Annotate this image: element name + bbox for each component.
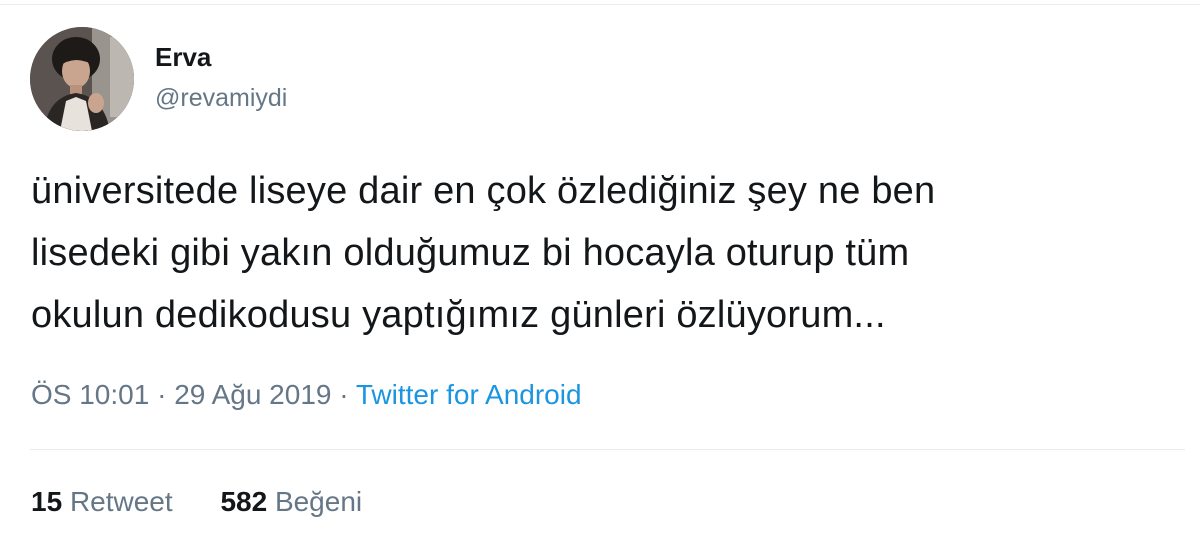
like-count: 582 bbox=[220, 486, 268, 517]
author-name[interactable]: Erva bbox=[155, 42, 211, 73]
tweet-text-line: okulun dedikodusu yaptığımız günleri özl… bbox=[31, 294, 886, 336]
like-stat[interactable]: 582 Beğeni bbox=[220, 486, 362, 518]
divider bbox=[30, 449, 1185, 450]
top-border bbox=[0, 4, 1200, 5]
meta-separator: · bbox=[339, 379, 349, 410]
tweet-meta: ÖS 10:01 · 29 Ağu 2019 · Twitter for And… bbox=[31, 379, 582, 411]
meta-separator: · bbox=[157, 379, 167, 410]
tweet-source-link[interactable]: Twitter for Android bbox=[356, 379, 582, 410]
profile-photo-icon bbox=[30, 27, 134, 131]
tweet-date[interactable]: 29 Ağu 2019 bbox=[174, 379, 331, 410]
tweet-text: üniversitede liseye dair en çok özlediği… bbox=[31, 160, 1181, 346]
retweet-count: 15 bbox=[31, 486, 63, 517]
retweet-label: Retweet bbox=[69, 486, 173, 517]
retweet-stat[interactable]: 15 Retweet bbox=[31, 486, 173, 518]
tweet-time[interactable]: ÖS 10:01 bbox=[31, 379, 149, 410]
like-label: Beğeni bbox=[274, 486, 363, 517]
tweet-text-line: üniversitede liseye dair en çok özlediği… bbox=[31, 170, 936, 212]
avatar[interactable] bbox=[30, 27, 134, 131]
tweet-stats: 15 Retweet 582 Beğeni bbox=[31, 486, 402, 518]
author-handle[interactable]: @revamiydi bbox=[155, 84, 287, 113]
tweet-text-line: lisedeki gibi yakın olduğumuz bi hocayla… bbox=[31, 232, 910, 274]
